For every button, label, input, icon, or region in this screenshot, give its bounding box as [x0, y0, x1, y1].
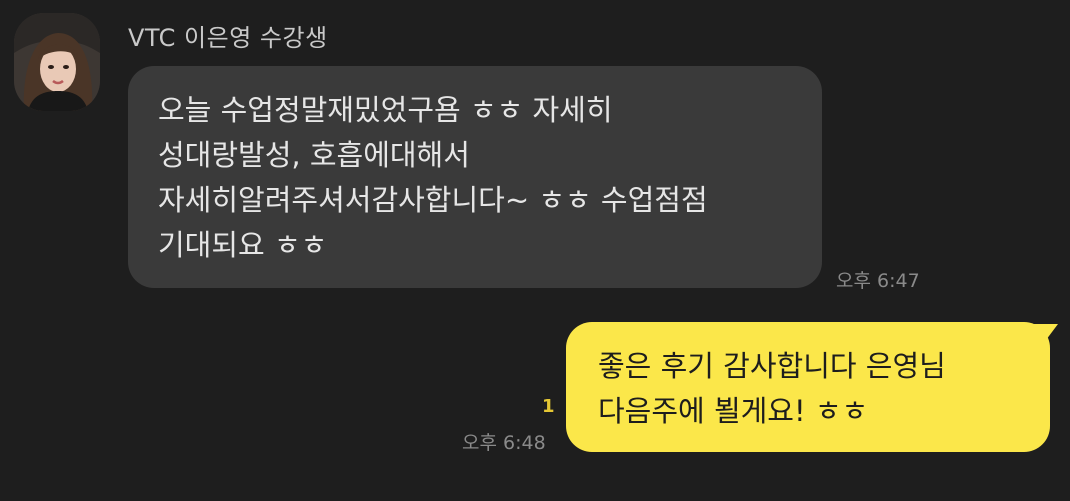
unread-count-badge: 1 [542, 396, 555, 417]
sender-name: VTC 이은영 수강생 [128, 24, 328, 52]
message-line: 기대되요 ㅎㅎ [158, 228, 328, 262]
bubble-tail [1028, 324, 1058, 346]
message-line: 좋은 후기 감사합니다 은영님 [598, 349, 946, 383]
outgoing-timestamp: 오후 6:48 [462, 432, 546, 454]
message-line: 오늘 수업정말재밌었구욤 ㅎㅎ 자세히 [158, 93, 613, 127]
incoming-timestamp: 오후 6:47 [836, 270, 920, 292]
outgoing-message-bubble[interactable]: 좋은 후기 감사합니다 은영님 다음주에 뵐게요! ㅎㅎ [566, 322, 1058, 452]
incoming-message-bubble[interactable]: 오늘 수업정말재밌었구욤 ㅎㅎ 자세히 성대랑발성, 호흡에대해서 자세히알려주… [128, 66, 822, 288]
sender-avatar[interactable] [14, 13, 100, 111]
message-line: 성대랑발성, 호흡에대해서 [158, 138, 470, 172]
message-line: 다음주에 뵐게요! ㅎㅎ [598, 394, 869, 428]
message-line: 자세히알려주셔서감사합니다~ ㅎㅎ 수업점점 [158, 183, 708, 217]
profile-photo [14, 13, 100, 111]
